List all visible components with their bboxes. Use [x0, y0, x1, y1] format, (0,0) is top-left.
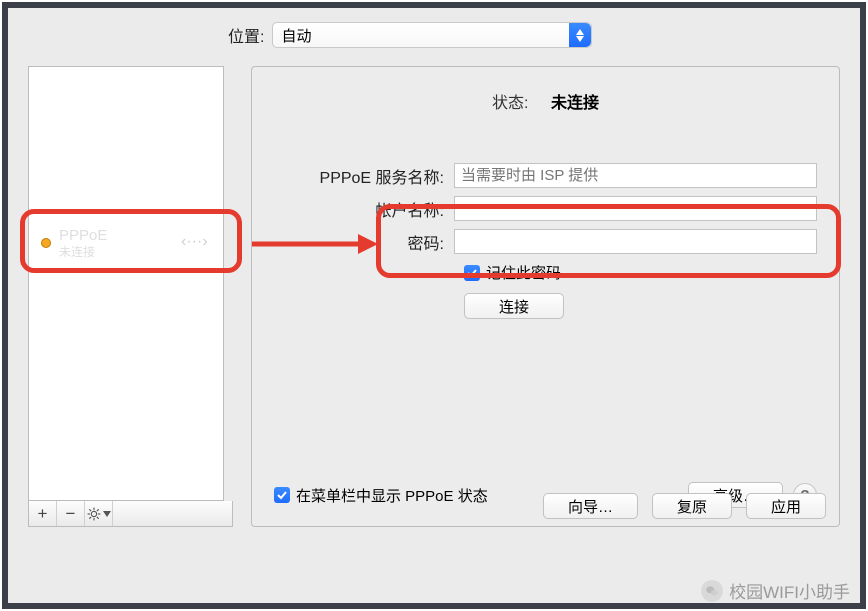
remove-service-button[interactable]: − [57, 501, 85, 526]
service-name-input[interactable] [454, 163, 817, 188]
add-service-button[interactable]: + [29, 501, 57, 526]
location-value: 自动 [281, 25, 311, 46]
detail-panel: 状态: 未连接 PPPoE 服务名称: 帐户名称: 密码: [251, 66, 840, 527]
sidebar-item-title: PPPoE [59, 227, 173, 245]
check-icon [277, 490, 287, 500]
status-row: 状态: 未连接 [274, 89, 817, 113]
service-name-label: PPPoE 服务名称: [274, 164, 454, 188]
sidebar-item-pppoe[interactable]: PPPoE 未连接 ‹···› [35, 223, 217, 263]
account-label: 帐户名称: [274, 197, 454, 221]
chevron-down-icon [103, 511, 111, 517]
location-select[interactable]: 自动 [272, 22, 592, 48]
actions-menu-button[interactable] [85, 501, 113, 526]
status-dot-icon [41, 238, 51, 248]
show-in-menubar-label: 在菜单栏中显示 PPPoE 状态 [296, 485, 488, 506]
apply-button[interactable]: 应用 [746, 493, 826, 519]
gear-icon [87, 507, 101, 521]
status-label: 状态: [492, 95, 528, 112]
svg-text:‹···›: ‹···› [181, 233, 208, 250]
pppoe-icon: ‹···› [181, 231, 209, 256]
revert-button[interactable]: 复原 [652, 493, 732, 519]
remember-password-checkbox[interactable] [464, 265, 480, 281]
sidebar-item-subtitle: 未连接 [59, 245, 173, 259]
location-row: 位置: 自动 [228, 22, 840, 48]
status-value: 未连接 [551, 95, 599, 112]
services-sidebar: PPPoE 未连接 ‹···› [28, 66, 224, 501]
select-arrows-icon [569, 23, 591, 47]
connect-button[interactable]: 连接 [464, 293, 564, 319]
location-label: 位置: [228, 23, 264, 47]
sidebar-toolbar: + − [28, 501, 233, 527]
account-input[interactable] [454, 196, 817, 221]
check-icon [467, 268, 477, 278]
remember-password-label: 记住此密码 [486, 262, 561, 283]
password-input[interactable] [454, 229, 817, 254]
wizard-button[interactable]: 向导… [543, 493, 638, 519]
show-in-menubar-checkbox[interactable] [274, 487, 290, 503]
annotation-arrow-icon [250, 232, 378, 256]
